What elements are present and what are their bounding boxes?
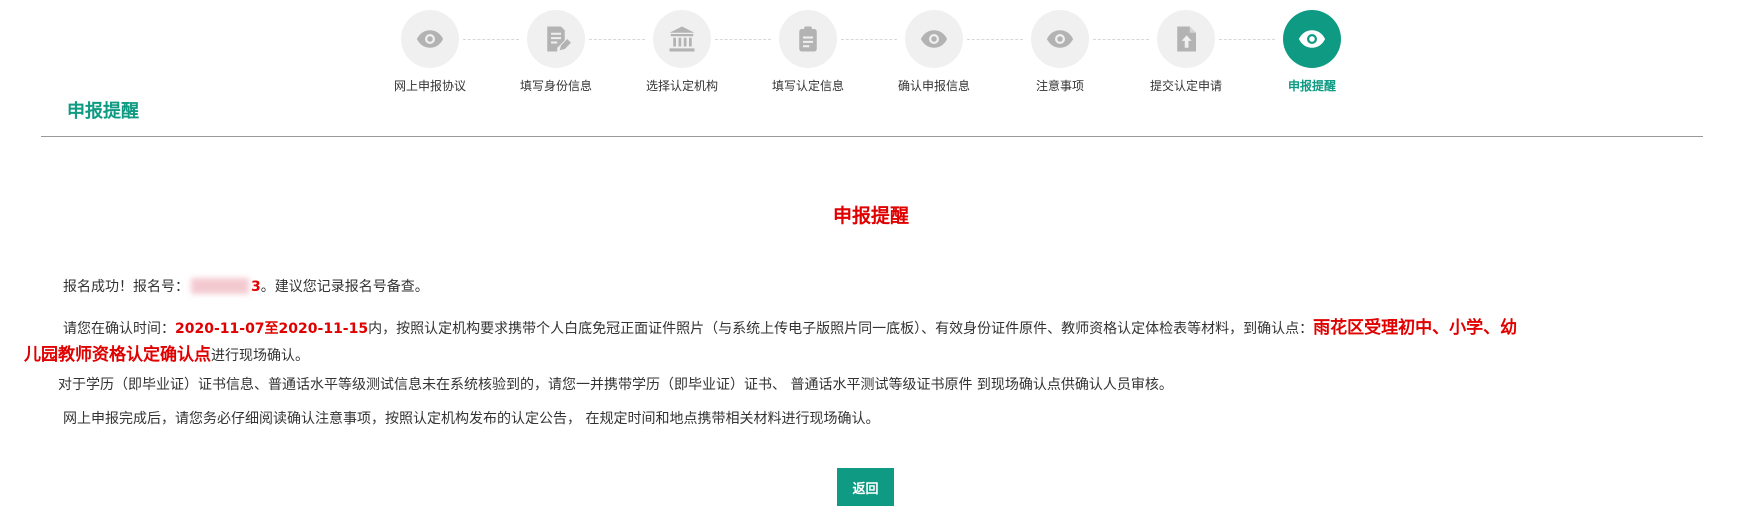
document-check-notice: 对于学历（即毕业证）证书信息、普通话水平等级测试信息未在系统核验到的，请您一并携… bbox=[58, 377, 1173, 393]
step-certification-info: 填写认定信息 bbox=[748, 10, 868, 94]
confirmation-date-range: 2020-11-07至2020-11-15 bbox=[175, 321, 369, 337]
content-title: 申报提醒 bbox=[832, 205, 909, 227]
redacted-registration-number bbox=[191, 278, 249, 294]
institution-icon bbox=[653, 10, 711, 68]
step-label: 选择认定机构 bbox=[645, 79, 718, 93]
step-notes: 注意事项 bbox=[1000, 10, 1120, 94]
clipboard-icon bbox=[779, 10, 837, 68]
step-select-institution: 选择认定机构 bbox=[622, 10, 742, 94]
post-application-notice: 网上申报完成后，请您务必仔细阅读确认注意事项，按照认定机构发布的认定公告， 在规… bbox=[63, 411, 880, 427]
confirmation-instructions-continued: 儿园教师资格认定确认点进行现场确认。 bbox=[24, 345, 309, 365]
registration-success-text: 报名成功！报名号： 3。建议您记录报名号备查。 bbox=[63, 278, 429, 295]
confirmation-location-continued: 儿园教师资格认定确认点 bbox=[24, 345, 211, 365]
step-label: 提交认定申请 bbox=[1149, 79, 1222, 93]
step-label: 网上申报协议 bbox=[393, 79, 466, 93]
step-submit-application: 提交认定申请 bbox=[1126, 10, 1246, 94]
step-confirm-info: 确认申报信息 bbox=[874, 10, 994, 94]
step-label: 确认申报信息 bbox=[897, 79, 970, 93]
page-heading: 申报提醒 bbox=[67, 101, 139, 122]
confirmation-instructions: 请您在确认时间：2020-11-07至2020-11-15内，按照认定机构要求携… bbox=[63, 318, 1518, 338]
step-application-reminder: 申报提醒 bbox=[1252, 10, 1372, 94]
file-upload-icon bbox=[1157, 10, 1215, 68]
step-identity-info: 填写身份信息 bbox=[496, 10, 616, 94]
eye-icon bbox=[905, 10, 963, 68]
eye-icon bbox=[1031, 10, 1089, 68]
step-label: 注意事项 bbox=[1035, 79, 1084, 93]
step-label: 申报提醒 bbox=[1287, 79, 1336, 93]
divider bbox=[41, 136, 1703, 137]
step-online-agreement: 网上申报协议 bbox=[370, 10, 490, 94]
edit-document-icon bbox=[527, 10, 585, 68]
eye-icon bbox=[401, 10, 459, 68]
step-label: 填写身份信息 bbox=[519, 79, 592, 93]
progress-steps: 网上申报协议 填写身份信息 选择认定机构 填写认定信息 确认申报信息 注意事项 bbox=[0, 0, 1742, 95]
step-label: 填写认定信息 bbox=[771, 79, 844, 93]
registration-number: 3 bbox=[251, 279, 261, 295]
eye-icon bbox=[1283, 10, 1341, 68]
back-button[interactable]: 返回 bbox=[837, 468, 894, 506]
confirmation-location: 雨花区受理初中、小学、幼 bbox=[1313, 318, 1518, 338]
